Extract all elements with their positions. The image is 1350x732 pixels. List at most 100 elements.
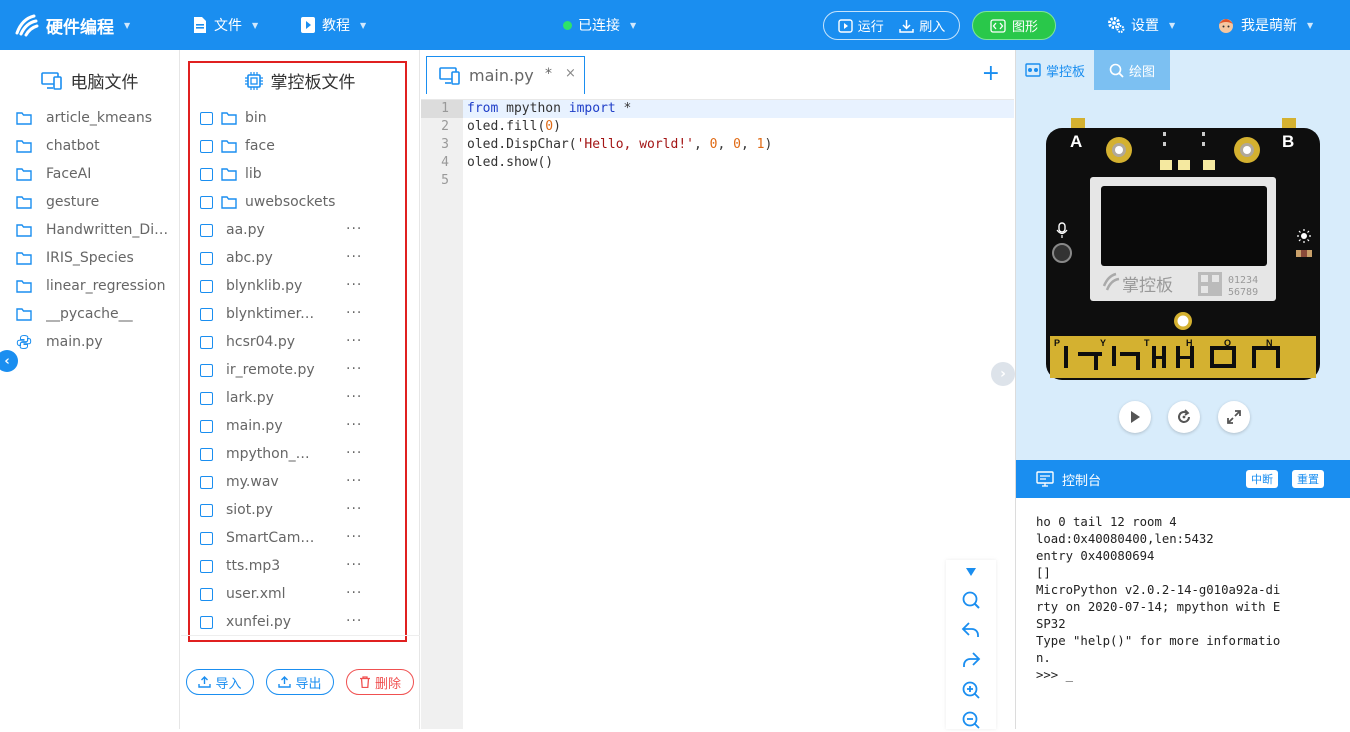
more-options-icon[interactable]: ··· xyxy=(346,249,362,265)
reset-button[interactable]: 重置 xyxy=(1292,470,1324,488)
code-line[interactable]: oled.fill(0) xyxy=(463,118,1014,136)
more-options-icon[interactable]: ··· xyxy=(346,389,362,405)
file-checkbox[interactable] xyxy=(200,223,213,237)
more-options-icon[interactable]: ··· xyxy=(346,417,362,433)
file-menu[interactable]: 文件 ▼ xyxy=(192,0,258,50)
user-menu[interactable]: 我是萌新 ▼ xyxy=(1217,0,1313,50)
more-options-icon[interactable]: ··· xyxy=(346,613,362,629)
pc-file-item[interactable]: Handwritten_Digit... xyxy=(0,216,180,244)
file-checkbox[interactable] xyxy=(200,195,213,209)
board-file-item[interactable]: tts.mp3 ··· xyxy=(181,552,420,580)
tutorial-menu[interactable]: 教程 ▼ xyxy=(300,0,366,50)
board-file-item[interactable]: mpython_ext... ··· xyxy=(181,440,420,468)
settings-menu[interactable]: 设置 ▼ xyxy=(1107,0,1175,50)
run-button[interactable]: 运行 xyxy=(838,16,884,35)
more-options-icon[interactable]: ··· xyxy=(346,557,362,573)
close-icon[interactable]: × xyxy=(565,66,576,81)
tab-draw[interactable]: 绘图 xyxy=(1094,50,1170,90)
code-area[interactable]: from mpython import * oled.fill(0) oled.… xyxy=(463,100,1014,190)
file-checkbox[interactable] xyxy=(200,139,213,153)
board-file-item[interactable]: face xyxy=(181,132,420,160)
more-options-icon[interactable]: ··· xyxy=(346,221,362,237)
board-file-item[interactable]: abc.py ··· xyxy=(181,244,420,272)
add-tab-button[interactable]: + xyxy=(982,63,1000,85)
pc-file-item[interactable]: __pycache__ xyxy=(0,300,180,328)
redo-icon[interactable] xyxy=(959,648,983,672)
board-file-item[interactable]: bin xyxy=(181,104,420,132)
more-options-icon[interactable]: ··· xyxy=(346,445,362,461)
more-options-icon[interactable]: ··· xyxy=(346,585,362,601)
board-file-item[interactable]: lark.py ··· xyxy=(181,384,420,412)
file-checkbox[interactable] xyxy=(200,279,213,293)
brand-menu[interactable]: 硬件编程 ▼ xyxy=(14,0,130,50)
file-checkbox[interactable] xyxy=(200,335,213,349)
file-checkbox[interactable] xyxy=(200,475,213,489)
file-checkbox[interactable] xyxy=(200,503,213,517)
more-options-icon[interactable]: ··· xyxy=(346,305,362,321)
pc-file-item[interactable]: chatbot xyxy=(0,132,180,160)
file-checkbox[interactable] xyxy=(200,419,213,433)
pc-file-item[interactable]: IRIS_Species xyxy=(0,244,180,272)
board-file-item[interactable]: lib xyxy=(181,160,420,188)
more-options-icon[interactable]: ··· xyxy=(346,473,362,489)
code-line[interactable]: oled.show() xyxy=(463,154,1014,172)
board-file-item[interactable]: my.wav ··· xyxy=(181,468,420,496)
board-file-item[interactable]: hcsr04.py ··· xyxy=(181,328,420,356)
pc-file-item[interactable]: FaceAI xyxy=(0,160,180,188)
board-file-item[interactable]: SmartCamer... ··· xyxy=(181,524,420,552)
pc-file-item[interactable]: gesture xyxy=(0,188,180,216)
board-file-item[interactable]: main.py ··· xyxy=(181,412,420,440)
board-file-item[interactable]: siot.py ··· xyxy=(181,496,420,524)
board-file-item[interactable]: blynktimer.py ··· xyxy=(181,300,420,328)
file-checkbox[interactable] xyxy=(200,587,213,601)
expand-right-button[interactable]: › xyxy=(991,362,1015,386)
file-checkbox[interactable] xyxy=(200,363,213,377)
collapse-left-button[interactable]: ‹ xyxy=(0,350,18,372)
pc-file-item[interactable]: linear_regression xyxy=(0,272,180,300)
graphic-label: 图形 xyxy=(1011,20,1038,35)
more-options-icon[interactable]: ··· xyxy=(346,361,362,377)
file-checkbox[interactable] xyxy=(200,307,213,321)
file-checkbox[interactable] xyxy=(200,615,213,629)
tab-board[interactable]: 掌控板 xyxy=(1016,50,1094,90)
more-options-icon[interactable]: ··· xyxy=(346,333,362,349)
pc-file-item[interactable]: article_kmeans xyxy=(0,104,180,132)
board-file-item[interactable]: user.xml ··· xyxy=(181,580,420,608)
more-options-icon[interactable]: ··· xyxy=(346,501,362,517)
flash-button[interactable]: 刷入 xyxy=(899,16,945,35)
import-button[interactable]: 导入 xyxy=(186,669,254,695)
board-file-item[interactable]: aa.py ··· xyxy=(181,216,420,244)
connection-status[interactable]: 已连接 ▼ xyxy=(563,0,636,50)
tab-main-py[interactable]: main.py * × xyxy=(426,56,585,94)
file-checkbox[interactable] xyxy=(200,111,213,125)
board-file-item[interactable]: ir_remote.py ··· xyxy=(181,356,420,384)
code-line[interactable]: from mpython import * xyxy=(463,100,1014,118)
graphic-button[interactable]: 图形 xyxy=(972,11,1056,40)
search-icon[interactable] xyxy=(959,588,983,612)
sim-fullscreen-button[interactable] xyxy=(1218,401,1250,433)
zoom-in-icon[interactable] xyxy=(959,678,983,702)
board-file-item[interactable]: blynklib.py ··· xyxy=(181,272,420,300)
more-options-icon[interactable]: ··· xyxy=(346,277,362,293)
board-file-item[interactable]: xunfei.py ··· xyxy=(181,608,420,636)
file-checkbox[interactable] xyxy=(200,167,213,181)
export-button[interactable]: 导出 xyxy=(266,669,334,695)
file-checkbox[interactable] xyxy=(200,251,213,265)
file-checkbox[interactable] xyxy=(200,447,213,461)
delete-button[interactable]: 删除 xyxy=(346,669,414,695)
pc-file-item[interactable]: main.py xyxy=(0,328,180,356)
zoom-out-icon[interactable] xyxy=(959,708,983,732)
undo-icon[interactable] xyxy=(959,618,983,642)
interrupt-button[interactable]: 中断 xyxy=(1246,470,1278,488)
board-file-item[interactable]: uwebsockets xyxy=(181,188,420,216)
file-checkbox[interactable] xyxy=(200,559,213,573)
file-checkbox[interactable] xyxy=(200,391,213,405)
code-line[interactable]: oled.DispChar('Hello, world!', 0, 0, 1) xyxy=(463,136,1014,154)
console-output[interactable]: ho 0 tail 12 room 4 load:0x40080400,len:5… xyxy=(1016,498,1350,729)
more-options-icon[interactable]: ··· xyxy=(346,529,362,545)
file-checkbox[interactable] xyxy=(200,531,213,545)
scroll-down-icon[interactable] xyxy=(959,560,983,584)
sim-restart-button[interactable] xyxy=(1168,401,1200,433)
code-line[interactable] xyxy=(463,172,1014,190)
sim-play-button[interactable] xyxy=(1119,401,1151,433)
